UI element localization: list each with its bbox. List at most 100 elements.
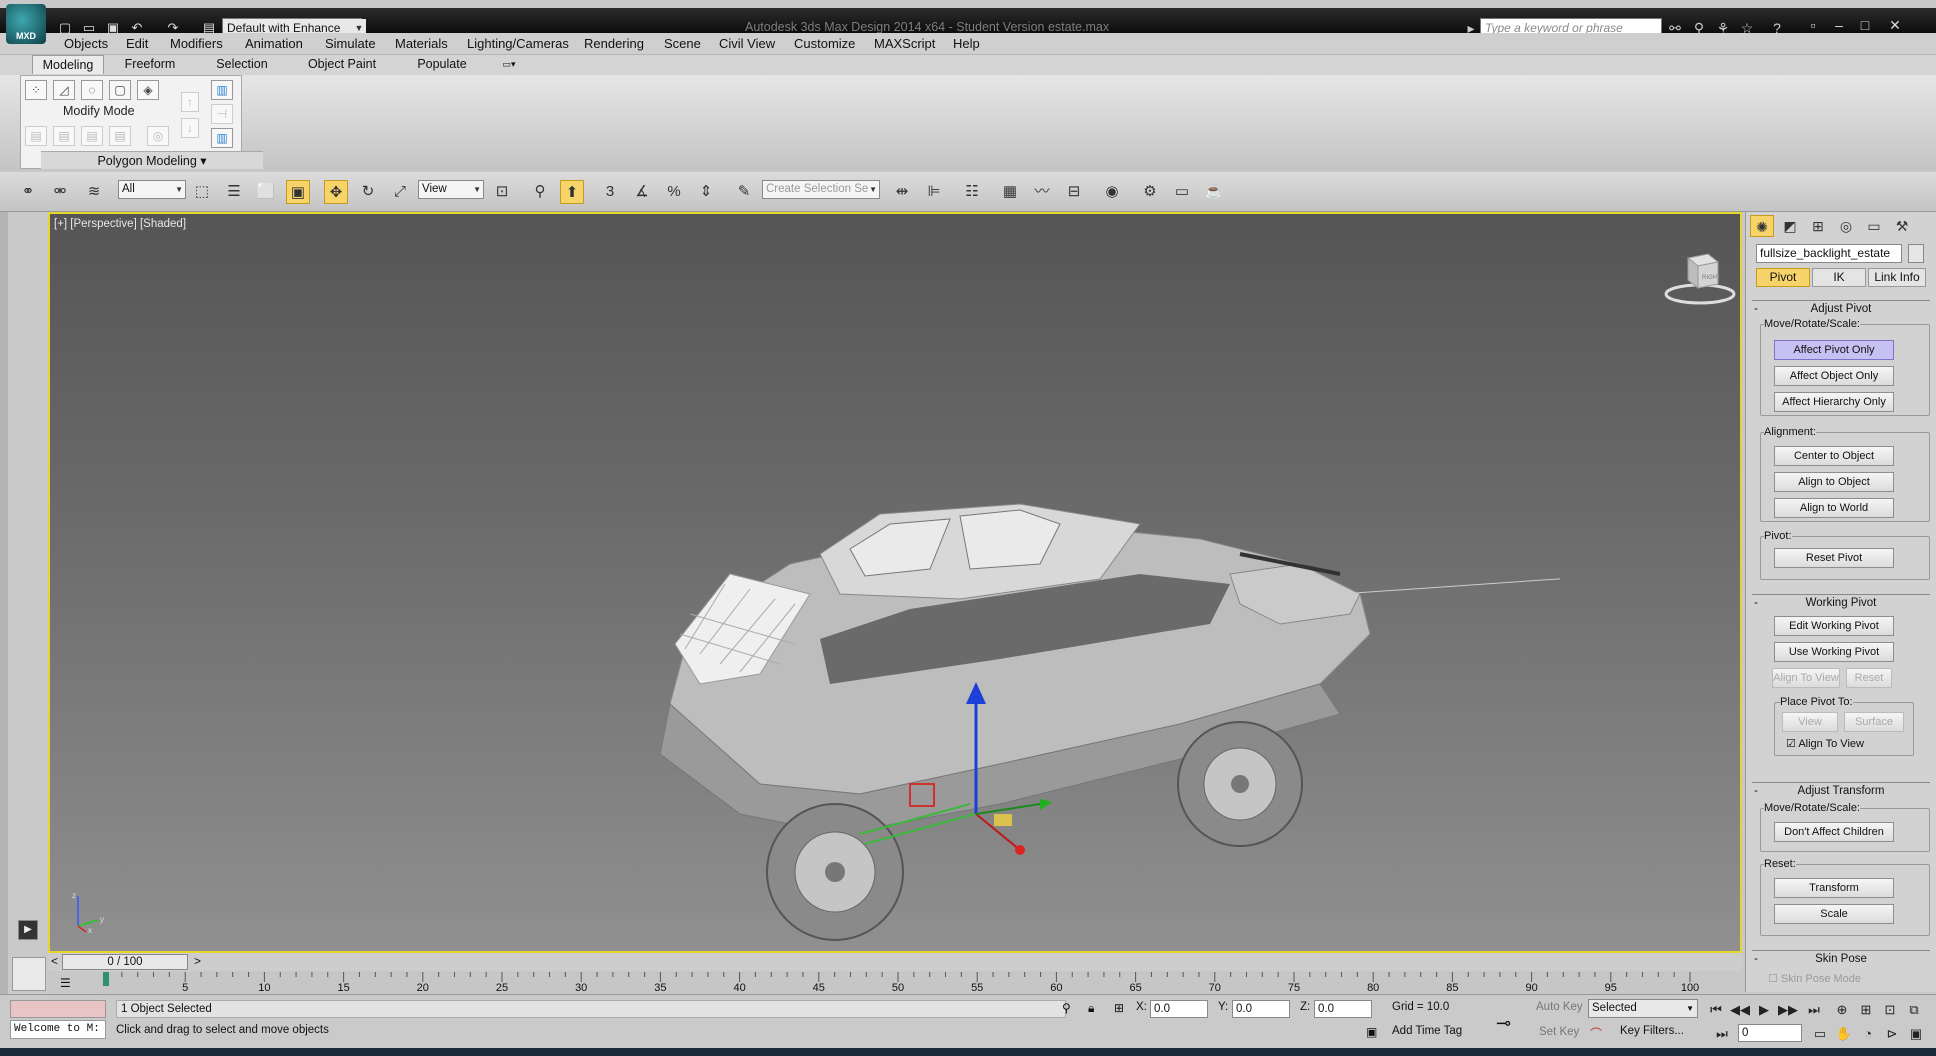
modify-mode-label[interactable]: Modify Mode xyxy=(63,104,135,118)
viewport-label[interactable]: [+] [Perspective] [Shaded] xyxy=(54,218,186,230)
orbit-icon[interactable]: ◔ xyxy=(1858,1025,1878,1043)
reset-pivot-button[interactable]: Reset Pivot xyxy=(1774,548,1894,568)
key-mode-toggle-icon[interactable]: ⏭ xyxy=(1712,1025,1732,1043)
adjust-transform-rollout[interactable]: - Adjust Transform xyxy=(1752,782,1930,798)
affect-hierarchy-only-button[interactable]: Affect Hierarchy Only xyxy=(1774,392,1894,412)
go-to-end-icon[interactable]: ⏭ xyxy=(1804,1001,1824,1019)
rotate-icon[interactable]: ↻ xyxy=(356,180,380,204)
minimize-icon[interactable]: ▫ xyxy=(1800,16,1826,34)
select-object-icon[interactable]: ⬚ xyxy=(190,180,214,204)
object-color-swatch[interactable] xyxy=(1908,244,1924,263)
menu-civil-view[interactable]: Civil View xyxy=(719,36,775,51)
polygon-icon[interactable]: ▢ xyxy=(109,80,131,100)
use-working-pivot-button[interactable]: Use Working Pivot xyxy=(1774,642,1894,662)
render-production-icon[interactable]: ☕ xyxy=(1202,180,1226,204)
maximize-icon[interactable]: □ xyxy=(1852,16,1878,34)
menu-animation[interactable]: Animation xyxy=(245,36,303,51)
menu-help[interactable]: Help xyxy=(953,36,980,51)
pivot-center-icon[interactable]: ⊡ xyxy=(490,180,514,204)
move-icon[interactable]: ✥ xyxy=(324,180,348,204)
play-icon[interactable]: ▶ xyxy=(18,920,38,940)
select-manipulate-icon[interactable]: ⚲ xyxy=(528,180,552,204)
center-to-object-button[interactable]: Center to Object xyxy=(1774,446,1894,466)
car-model[interactable] xyxy=(580,484,1560,944)
chevron-left-icon[interactable]: < xyxy=(51,954,58,968)
working-pivot-rollout[interactable]: - Working Pivot xyxy=(1752,594,1930,610)
auto-key-button[interactable]: Auto Key xyxy=(1536,1001,1583,1013)
tab-modeling[interactable]: Modeling xyxy=(32,55,104,74)
affect-object-only-button[interactable]: Affect Object Only xyxy=(1774,366,1894,386)
menu-scene[interactable]: Scene xyxy=(664,36,701,51)
scale-icon[interactable]: ⤢ xyxy=(388,180,412,204)
time-tag-icon[interactable]: ▣ xyxy=(1366,1025,1377,1039)
pan-icon[interactable]: ✋ xyxy=(1834,1025,1854,1043)
time-slider[interactable]: 0 / 100 xyxy=(62,954,188,970)
tab-pivot[interactable]: Pivot xyxy=(1756,268,1810,287)
menu-edit[interactable]: Edit xyxy=(126,36,148,51)
go-to-start-icon[interactable]: ⏮ xyxy=(1706,1001,1726,1019)
set-key-button[interactable]: Set Key xyxy=(1539,1026,1579,1038)
modifier-list-icon[interactable]: ▥ xyxy=(211,80,233,100)
previous-frame-icon[interactable]: ◀◀ xyxy=(1730,1001,1750,1019)
play-icon[interactable]: ▶ xyxy=(1754,1001,1774,1019)
render-setup-icon[interactable]: ⚙ xyxy=(1138,180,1162,204)
link-icon[interactable]: ⚭ xyxy=(16,180,40,204)
percent-snap-icon[interactable]: % xyxy=(662,180,686,204)
zoom-extents-icon[interactable]: ⊡ xyxy=(1880,1001,1900,1019)
schematic-view-icon[interactable]: ⊟ xyxy=(1062,180,1086,204)
border-icon[interactable]: ◌ xyxy=(81,80,103,100)
display-tab-icon[interactable]: ▭ xyxy=(1862,215,1886,237)
isolate-selection-icon[interactable]: ⚲ xyxy=(1062,1001,1071,1015)
add-time-tag[interactable]: Add Time Tag xyxy=(1392,1025,1462,1037)
menu-objects[interactable]: Objects xyxy=(64,36,108,51)
rendered-frame-window-icon[interactable]: ▭ xyxy=(1170,180,1194,204)
tab-selection[interactable]: Selection xyxy=(204,55,280,74)
hierarchy-tab-icon[interactable]: ⊞ xyxy=(1806,215,1830,237)
app-logo[interactable]: MXD xyxy=(6,4,46,44)
menu-simulate[interactable]: Simulate xyxy=(325,36,376,51)
show-end-result-icon[interactable]: ▥ xyxy=(211,128,233,148)
select-by-name-icon[interactable]: ☰ xyxy=(222,180,246,204)
align-to-object-button[interactable]: Align to Object xyxy=(1774,472,1894,492)
element-icon[interactable]: ◈ xyxy=(137,80,159,100)
z-coordinate-field[interactable]: 0.0 xyxy=(1314,1000,1372,1018)
y-coordinate-field[interactable]: 0.0 xyxy=(1232,1000,1290,1018)
rectangular-selection-icon[interactable]: ⬜ xyxy=(254,180,278,204)
menu-customize[interactable]: Customize xyxy=(794,36,855,51)
tab-link-info[interactable]: Link Info xyxy=(1868,268,1926,287)
edge-icon[interactable]: ◿ xyxy=(53,80,75,100)
time-configuration-icon[interactable]: ▭ xyxy=(1810,1025,1830,1043)
menu-rendering[interactable]: Rendering xyxy=(584,36,644,51)
align-to-view-checkbox[interactable]: ☑ Align To View xyxy=(1786,737,1864,750)
affect-pivot-only-button[interactable]: Affect Pivot Only xyxy=(1774,340,1894,360)
create-tab-icon[interactable]: ✺ xyxy=(1750,215,1774,237)
adjust-pivot-rollout[interactable]: - Adjust Pivot xyxy=(1752,300,1930,316)
next-frame-icon[interactable]: ▶▶ xyxy=(1778,1001,1798,1019)
zoom-icon[interactable]: ⊕ xyxy=(1832,1001,1852,1019)
viewport-layout-button[interactable] xyxy=(12,957,46,991)
unlink-icon[interactable]: ⚮ xyxy=(48,180,72,204)
snaps-toggle-icon[interactable]: 3 xyxy=(598,180,622,204)
scale-button[interactable]: Scale xyxy=(1774,904,1894,924)
align-icon[interactable]: ⊫ xyxy=(922,180,946,204)
min-max-toggle-icon[interactable]: ▣ xyxy=(1906,1025,1926,1043)
named-selection-set-dropdown[interactable]: Create Selection Se ▼ xyxy=(762,180,880,199)
key-mode-dropdown[interactable]: Selected ▼ xyxy=(1588,999,1698,1018)
field-of-view-icon[interactable]: ⊳ xyxy=(1882,1025,1902,1043)
restore-icon[interactable]: – xyxy=(1826,16,1852,34)
motion-tab-icon[interactable]: ◎ xyxy=(1834,215,1858,237)
view-cube-face[interactable]: RIGHT xyxy=(1702,275,1721,281)
selection-filter-dropdown[interactable]: All ▼ xyxy=(118,180,186,199)
polygon-modeling-dropdown[interactable]: Polygon Modeling ▾ xyxy=(41,151,263,169)
layer-manager-icon[interactable]: ☷ xyxy=(960,180,984,204)
object-name-field[interactable]: fullsize_backlight_estate xyxy=(1756,244,1902,263)
reference-coordinate-dropdown[interactable]: View ▼ xyxy=(418,180,484,199)
selection-lock-icon[interactable]: 🔒︎ xyxy=(1088,1001,1094,1016)
maxscript-listener-output[interactable] xyxy=(10,1000,106,1018)
chevron-right-icon[interactable]: > xyxy=(194,954,201,968)
curve-editor-icon[interactable]: 〰 xyxy=(1030,180,1054,204)
track-bar-icon[interactable]: ☰ xyxy=(60,976,80,992)
ribbon-options-icon[interactable]: ▭▾ xyxy=(494,55,524,74)
angle-snap-icon[interactable]: ∡ xyxy=(630,180,654,204)
transform-button[interactable]: Transform xyxy=(1774,878,1894,898)
